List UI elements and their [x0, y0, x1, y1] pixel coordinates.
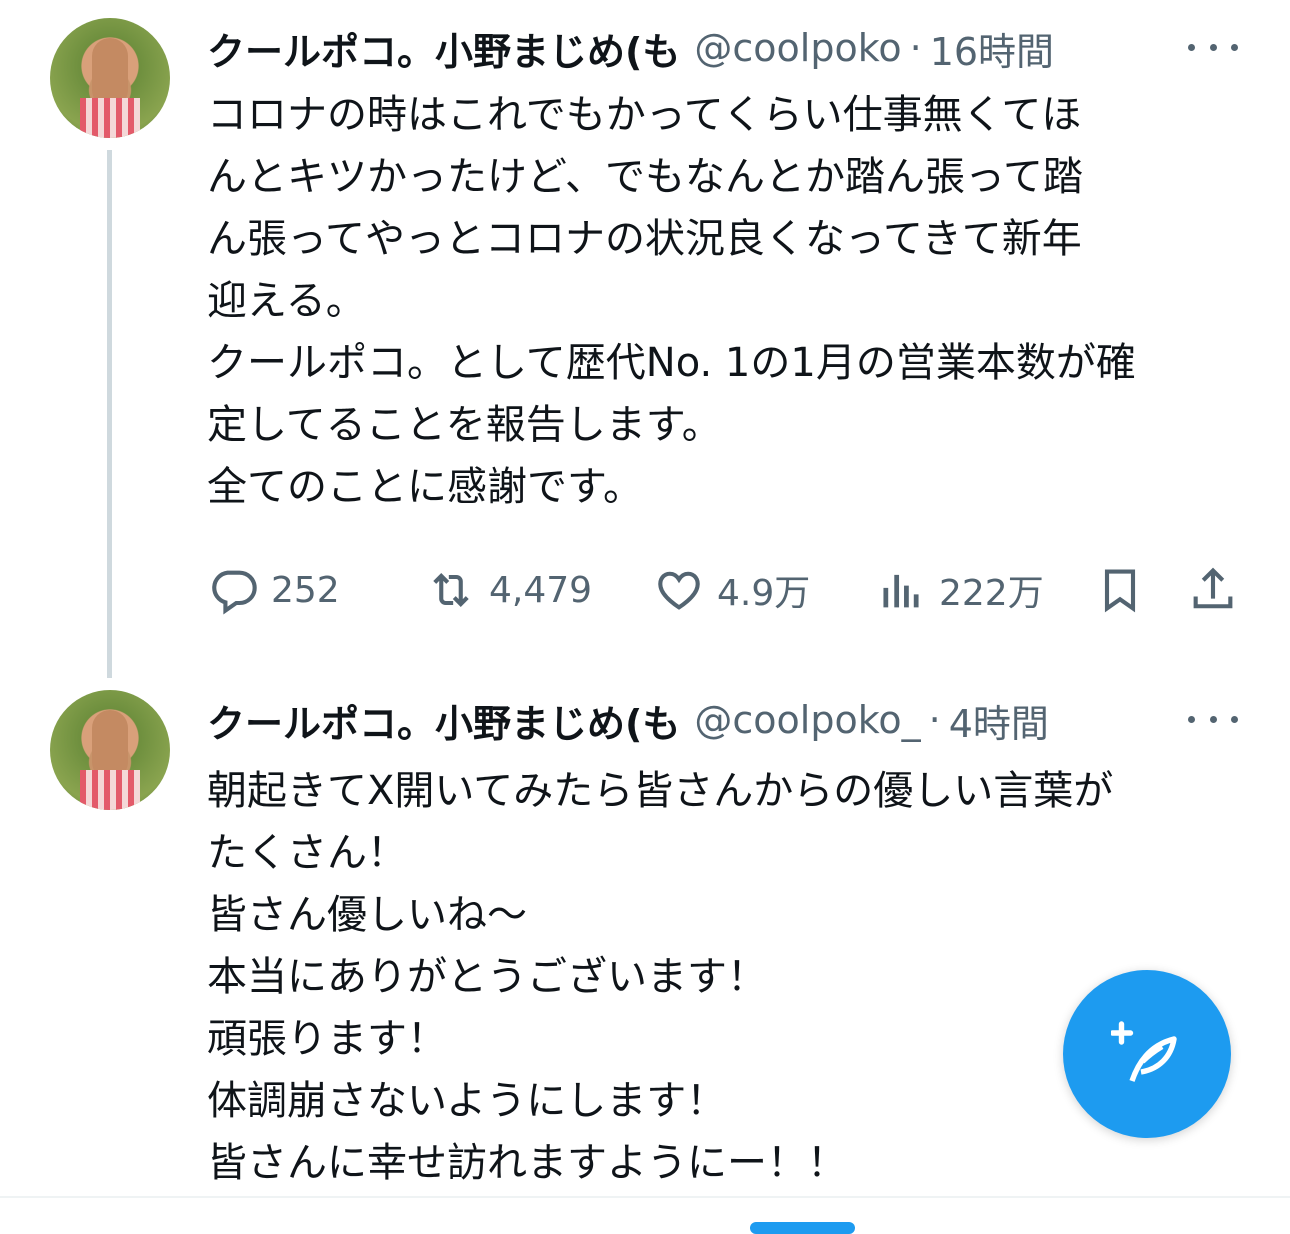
retweet-count: 4,479: [489, 569, 593, 611]
new-posts-indicator[interactable]: [750, 1222, 855, 1234]
more-icon[interactable]: [1188, 699, 1238, 739]
tweet-text: 朝起きてX開いてみたら皆さんからの優しい言葉が たくさん！ 皆さん優しいね〜 本…: [207, 768, 1114, 1186]
avatar[interactable]: [50, 18, 170, 138]
bookmark-icon: [1104, 569, 1136, 613]
tweet-header: クールポコ。小野まじめ(も @coolpoko_ · 4時間: [207, 690, 1049, 750]
timestamp[interactable]: 4時間: [949, 693, 1049, 748]
display-name[interactable]: クールポコ。小野まじめ(も: [207, 693, 680, 748]
avatar[interactable]: [50, 690, 170, 810]
user-handle[interactable]: @coolpoko_: [694, 698, 920, 742]
view-count: 222万: [939, 573, 1044, 614]
reply-button[interactable]: 252: [207, 564, 340, 616]
heart-icon: [658, 571, 700, 610]
compose-feather-icon: [1111, 1021, 1177, 1082]
share-icon: [1193, 567, 1233, 609]
thread-connector-line: [107, 150, 112, 678]
like-button[interactable]: 4.9万: [653, 564, 810, 616]
reply-count: 252: [271, 569, 340, 611]
views-button[interactable]: 222万: [875, 564, 1044, 616]
avatar-stripe: [80, 770, 140, 810]
more-icon[interactable]: [1188, 27, 1238, 67]
display-name[interactable]: クールポコ。小野まじめ(も: [207, 21, 680, 76]
bookmark-button[interactable]: [1094, 564, 1146, 616]
avatar-stripe: [80, 98, 140, 138]
retweet-button[interactable]: 4,479: [425, 564, 592, 616]
timestamp[interactable]: 16時間: [930, 21, 1054, 76]
retweet-icon: [433, 573, 469, 607]
tweet-text: コロナの時はこれでもかってくらい仕事無くてほ んとキツかったけど、でもなんとか踏…: [207, 92, 1136, 510]
separator-dot: ·: [909, 26, 922, 70]
reply-icon: [212, 570, 257, 615]
share-button[interactable]: [1187, 564, 1239, 616]
tweet-actions: 252 4,479 4.9万 222万: [207, 560, 1247, 620]
compose-button[interactable]: [1063, 970, 1231, 1138]
tweet-header: クールポコ。小野まじめ(も @coolpoko · 16時間: [207, 18, 1054, 78]
bottom-divider: [0, 1196, 1290, 1198]
separator-dot: ·: [928, 698, 941, 742]
views-chart-icon: [883, 574, 919, 608]
user-handle[interactable]: @coolpoko: [694, 26, 901, 70]
like-count: 4.9万: [717, 573, 811, 614]
